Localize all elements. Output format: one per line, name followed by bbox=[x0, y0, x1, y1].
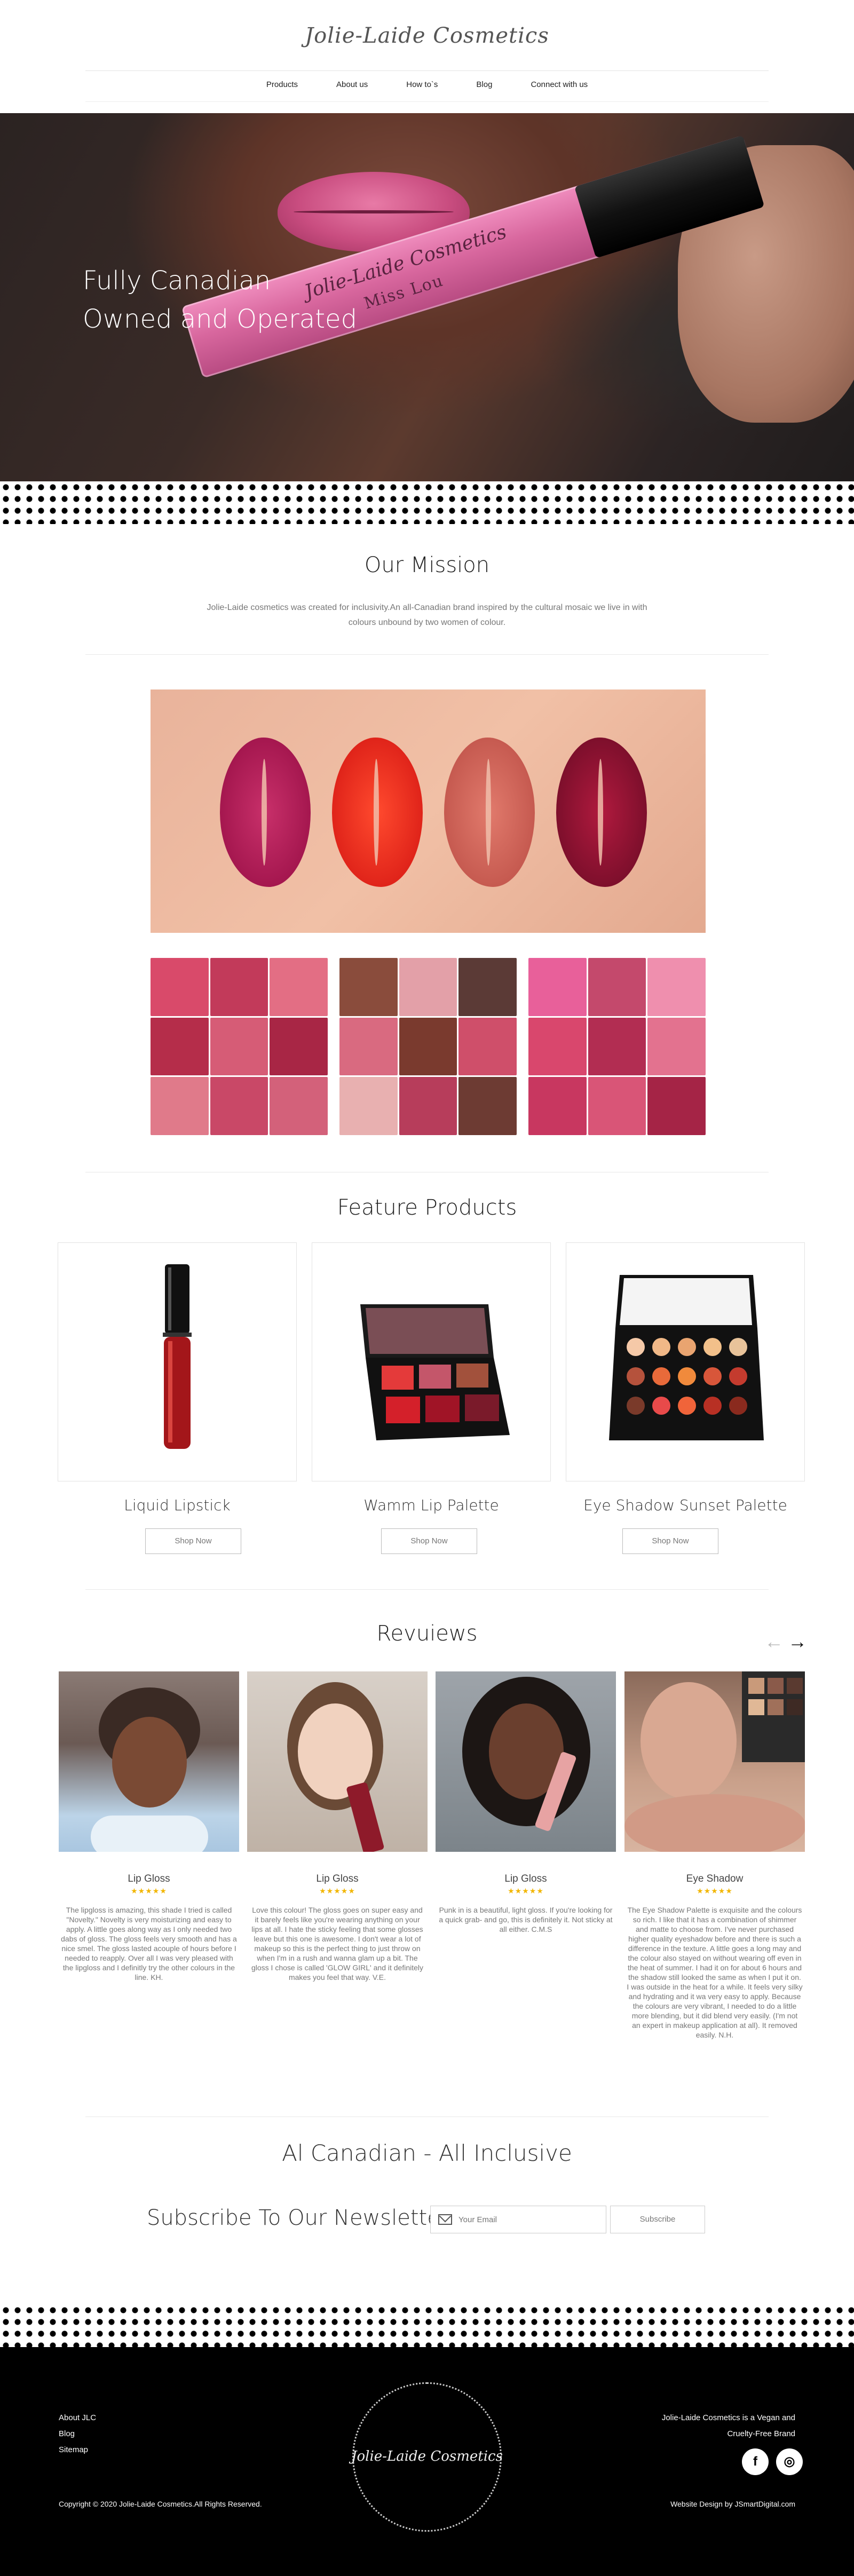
footer-logo[interactable]: Jolie-Laide Cosmetics bbox=[0, 2448, 854, 2464]
footer-statement-line1: Jolie-Laide Cosmetics is a Vegan and bbox=[661, 2413, 795, 2422]
swatch-kiss-3 bbox=[444, 738, 535, 887]
hero-lipgloss-tube: Jolie-Laide Cosmetics Miss Lou bbox=[181, 135, 765, 378]
hero-title-line2: Owned and Operated bbox=[83, 304, 358, 334]
swatch-kiss-2 bbox=[332, 738, 423, 887]
mission-text: Jolie-Laide cosmetics was created for in… bbox=[207, 603, 647, 627]
product-card-eye-shadow-palette[interactable] bbox=[566, 1242, 805, 1481]
nav-how-tos[interactable]: How to`s bbox=[387, 80, 457, 89]
review-text-3: Punk in is a beautiful, light gloss. If … bbox=[439, 1906, 613, 1933]
eye-shadow-palette-image bbox=[609, 1275, 764, 1440]
product-name-liquid-lipstick[interactable]: Liquid Lipstick bbox=[58, 1496, 297, 1514]
nav-about-us[interactable]: About us bbox=[317, 80, 387, 89]
dot-divider-bottom bbox=[0, 2304, 854, 2347]
site-logo[interactable]: Jolie-Laide Cosmetics bbox=[0, 23, 854, 48]
footer-statement: Jolie-Laide Cosmetics is a Vegan and Cru… bbox=[635, 2410, 795, 2442]
swatch-kiss-4 bbox=[556, 738, 647, 887]
features-title: Feature Products bbox=[337, 1195, 517, 1220]
reviews-next-arrow-icon[interactable]: → bbox=[788, 1630, 807, 1653]
reviewer-photo-1 bbox=[59, 1671, 239, 1852]
reviews-prev-arrow-icon[interactable]: ← bbox=[764, 1630, 784, 1653]
footer-statement-line2: Cruelty-Free Brand bbox=[727, 2429, 795, 2438]
copyright-text: Copyright © 2020 Jolie-Laide Cosmetics.A… bbox=[59, 2500, 262, 2508]
shop-now-button-liquid-lipstick[interactable]: Shop Now bbox=[145, 1528, 241, 1554]
lip-palette-image bbox=[360, 1304, 510, 1440]
hero-banner: Jolie-Laide Cosmetics Miss Lou Fully Can… bbox=[0, 113, 854, 481]
email-input[interactable] bbox=[458, 2206, 603, 2233]
review-stars-1: ★★★★★ bbox=[131, 1887, 167, 1895]
instagram-icon[interactable]: ◎ bbox=[776, 2448, 803, 2475]
footer-link-about[interactable]: About JLC bbox=[59, 2413, 96, 2422]
review-stars-4: ★★★★★ bbox=[697, 1887, 733, 1895]
shop-now-button-eye-shadow-palette[interactable]: Shop Now bbox=[622, 1528, 718, 1554]
reviews-divider bbox=[85, 1589, 769, 1590]
newsletter-email-field[interactable] bbox=[430, 2206, 606, 2233]
reviews-title: Revuiews bbox=[376, 1621, 478, 1646]
product-name-eye-shadow-palette[interactable]: Eye Shadow Sunset Palette bbox=[566, 1496, 805, 1514]
subscribe-button[interactable]: Subscribe bbox=[610, 2206, 705, 2233]
swatch-kiss-1 bbox=[220, 738, 311, 887]
nav-divider bbox=[85, 101, 769, 102]
reviewer-photo-3 bbox=[436, 1671, 616, 1852]
mail-icon bbox=[438, 2214, 452, 2225]
product-card-lip-palette[interactable] bbox=[312, 1242, 551, 1481]
hero-title-line1: Fully Canadian bbox=[83, 266, 271, 296]
nav-products[interactable]: Products bbox=[247, 80, 317, 89]
dot-divider-top bbox=[0, 481, 854, 524]
main-nav: Products About us How to`s Blog Connect … bbox=[0, 80, 854, 89]
collage-image-2[interactable] bbox=[339, 958, 517, 1135]
shop-now-button-lip-palette[interactable]: Shop Now bbox=[381, 1528, 477, 1554]
review-category-2: Lip Gloss bbox=[316, 1873, 359, 1884]
hero-title: Fully Canadian Owned and Operated bbox=[83, 261, 357, 338]
site-header: Jolie-Laide Cosmetics Products About us … bbox=[0, 0, 854, 113]
liquid-lipstick-image bbox=[163, 1264, 192, 1449]
review-text-1: The lipgloss is amazing, this shade I tr… bbox=[61, 1906, 237, 1981]
nav-blog[interactable]: Blog bbox=[457, 80, 511, 89]
collage-image-1[interactable] bbox=[151, 958, 328, 1135]
review-category-1: Lip Gloss bbox=[128, 1873, 170, 1884]
reviewer-photo-2 bbox=[247, 1671, 428, 1852]
product-card-liquid-lipstick[interactable] bbox=[58, 1242, 297, 1481]
reviewer-photo-4 bbox=[624, 1671, 805, 1852]
review-category-4: Eye Shadow bbox=[686, 1873, 744, 1884]
design-credit[interactable]: Website Design by JSmartDigital.com bbox=[670, 2500, 795, 2508]
mission-divider bbox=[85, 654, 769, 655]
review-text-4: The Eye Shadow Palette is exquisite and … bbox=[627, 1906, 803, 2039]
brand-tagline: Al Canadian - All Inclusive bbox=[282, 2140, 572, 2166]
header-divider bbox=[85, 70, 769, 71]
facebook-icon[interactable]: f bbox=[742, 2448, 769, 2475]
review-stars-2: ★★★★★ bbox=[319, 1887, 355, 1895]
site-footer: About JLC Blog Sitemap Jolie-Laide Cosme… bbox=[0, 2347, 854, 2576]
product-name-lip-palette[interactable]: Wamm Lip Palette bbox=[312, 1496, 551, 1514]
review-stars-3: ★★★★★ bbox=[508, 1887, 544, 1895]
collage-image-3[interactable] bbox=[528, 958, 706, 1135]
review-text-2: Love this colour! The gloss goes on supe… bbox=[251, 1906, 424, 1981]
lip-swatch-image bbox=[151, 689, 706, 933]
footer-link-blog[interactable]: Blog bbox=[59, 2429, 75, 2438]
review-category-3: Lip Gloss bbox=[504, 1873, 547, 1884]
nav-connect[interactable]: Connect with us bbox=[511, 80, 607, 89]
page: Jolie-Laide Cosmetics Products About us … bbox=[0, 0, 854, 2576]
newsletter-title: Subscribe To Our Newsletter bbox=[147, 2206, 449, 2230]
mission-title: Our Mission bbox=[364, 553, 490, 577]
